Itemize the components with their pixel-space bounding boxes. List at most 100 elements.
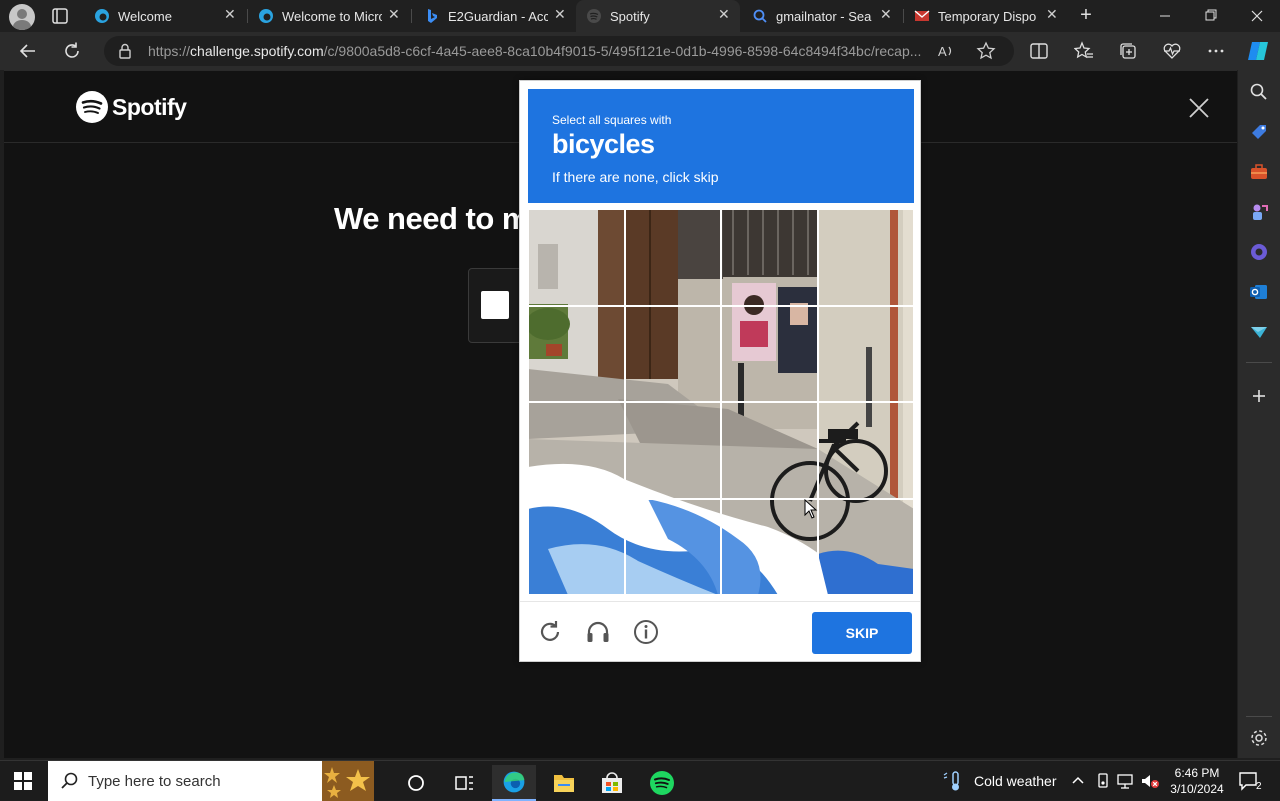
edge-icon (95, 9, 109, 23)
close-tab-icon[interactable]: ✕ (718, 7, 730, 21)
clock-time: 6:46 PM (1174, 766, 1220, 780)
more-options-icon[interactable] (1206, 41, 1226, 61)
weather-text[interactable]: Cold weather (974, 773, 1057, 789)
close-tab-icon[interactable]: ✕ (224, 7, 236, 21)
drop-icon[interactable] (1249, 322, 1269, 342)
captcha-image-grid (528, 209, 914, 595)
captcha-tile[interactable] (528, 305, 625, 402)
restore-icon[interactable] (1188, 0, 1234, 32)
tab-title: Welcome to Micro (282, 9, 382, 24)
taskbar-search-placeholder: Type here to search (88, 773, 221, 790)
edge-taskbar-icon[interactable] (492, 765, 536, 801)
tab-e2guardian[interactable]: E2Guardian - Acce ✕ (414, 0, 576, 32)
read-aloud-icon[interactable]: A (936, 41, 956, 61)
close-tab-icon[interactable]: ✕ (1046, 7, 1058, 21)
skip-button[interactable]: SKIP (812, 612, 912, 654)
add-icon[interactable] (1249, 386, 1269, 406)
captcha-tile[interactable] (721, 209, 818, 306)
captcha-challenge-dialog: Select all squares with bicycles If ther… (519, 80, 921, 662)
favorite-star-icon[interactable] (976, 41, 996, 61)
info-icon[interactable] (632, 618, 660, 646)
copilot-sidebar-icon[interactable] (1249, 242, 1269, 262)
weather-thermometer-icon[interactable] (940, 769, 964, 793)
tab-title: Spotify (610, 9, 650, 24)
captcha-footer: SKIP (520, 601, 920, 663)
collections-icon[interactable] (1118, 41, 1138, 61)
captcha-tile[interactable] (528, 209, 625, 306)
bing-icon (428, 9, 437, 23)
url-text[interactable]: https://challenge.spotify.com/c/9800a5d8… (148, 43, 938, 59)
close-icon[interactable] (1188, 97, 1210, 119)
mouse-cursor-icon (804, 499, 818, 519)
device-icon[interactable] (1094, 772, 1112, 790)
minimize-icon[interactable] (1142, 0, 1188, 32)
profile-avatar[interactable] (9, 4, 35, 30)
tab-spotify[interactable]: Spotify ✕ (576, 0, 740, 32)
games-icon[interactable] (1249, 202, 1269, 222)
close-tab-icon[interactable]: ✕ (388, 7, 400, 21)
back-arrow-icon[interactable] (17, 40, 39, 62)
close-tab-icon[interactable]: ✕ (554, 7, 566, 21)
search-icon (753, 9, 767, 23)
captcha-checkbox[interactable] (481, 291, 509, 319)
browser-essentials-icon[interactable] (1162, 41, 1182, 61)
captcha-tile[interactable] (528, 402, 625, 499)
chevron-up-icon[interactable] (1070, 773, 1086, 789)
captcha-tile[interactable] (528, 498, 625, 595)
captcha-tile[interactable] (817, 209, 914, 306)
address-bar[interactable]: https://challenge.spotify.com/c/9800a5d8… (104, 36, 1014, 66)
tab-welcome-microsoft[interactable]: Welcome to Micro ✕ (248, 0, 410, 32)
captcha-tile[interactable] (624, 305, 721, 402)
captcha-tile[interactable] (624, 209, 721, 306)
tab-welcome[interactable]: Welcome ✕ (84, 0, 246, 32)
tab-title: gmailnator - Searc (776, 9, 872, 24)
tab-actions-icon[interactable] (50, 6, 70, 26)
lock-icon[interactable] (118, 43, 132, 59)
favorites-icon[interactable] (1074, 41, 1094, 61)
shopping-tag-icon[interactable] (1249, 122, 1269, 142)
cortana-icon[interactable] (394, 765, 438, 801)
refresh-challenge-icon[interactable] (536, 618, 564, 646)
spotify-icon (587, 9, 601, 23)
prompt-instruction: Select all squares with (552, 113, 672, 127)
close-window-icon[interactable] (1234, 0, 1280, 32)
edge-sidebar (1238, 70, 1280, 758)
spotify-logo-text: Spotify (112, 94, 187, 120)
refresh-icon[interactable] (61, 40, 83, 62)
tab-gmailnator-search[interactable]: gmailnator - Searc ✕ (742, 0, 902, 32)
captcha-tile[interactable] (624, 498, 721, 595)
search-icon[interactable] (1249, 82, 1269, 102)
tab-title: Welcome (118, 9, 172, 24)
svg-text:A: A (938, 44, 947, 59)
network-icon[interactable] (1116, 772, 1136, 790)
settings-gear-icon[interactable] (1249, 728, 1269, 748)
tab-strip: Welcome ✕ Welcome to Micro ✕ E2Guardian … (0, 0, 1280, 32)
file-explorer-icon[interactable] (542, 765, 586, 801)
captcha-tile[interactable] (721, 402, 818, 499)
gmail-icon (914, 10, 930, 21)
captcha-tile[interactable] (624, 402, 721, 499)
captcha-tile[interactable] (817, 498, 914, 595)
taskbar-search-box[interactable]: Type here to search (48, 761, 374, 801)
system-clock[interactable]: 6:46 PM 3/10/2024 (1164, 765, 1230, 797)
close-tab-icon[interactable]: ✕ (880, 7, 892, 21)
volume-muted-icon[interactable] (1140, 772, 1160, 790)
captcha-tile[interactable] (721, 305, 818, 402)
copilot-icon[interactable] (1246, 39, 1270, 63)
spotify-taskbar-icon[interactable] (640, 765, 684, 801)
windows-start-icon[interactable] (14, 772, 32, 790)
outlook-icon[interactable] (1249, 282, 1269, 302)
split-screen-icon[interactable] (1029, 41, 1049, 61)
tools-icon[interactable] (1249, 162, 1269, 182)
spotify-logo-icon[interactable] (76, 91, 108, 123)
captcha-tile[interactable] (817, 402, 914, 499)
task-view-icon[interactable] (442, 765, 486, 801)
captcha-tile[interactable] (817, 305, 914, 402)
microsoft-store-icon[interactable] (590, 765, 634, 801)
audio-challenge-icon[interactable] (584, 618, 612, 646)
captcha-prompt: Select all squares with bicycles If ther… (528, 89, 914, 203)
prompt-target: bicycles (552, 129, 655, 159)
tab-temporary-disposable[interactable]: Temporary Dispos ✕ (904, 0, 1068, 32)
search-icon (61, 772, 78, 789)
new-tab-button[interactable]: + (1076, 5, 1096, 26)
